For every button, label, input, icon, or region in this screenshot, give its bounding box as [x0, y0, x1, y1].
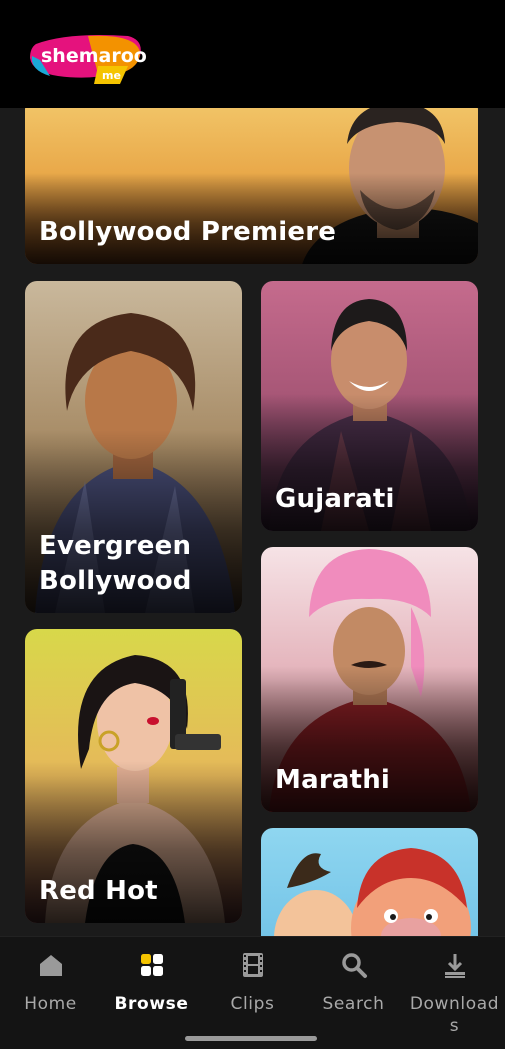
browse-grid[interactable]: Bollywood Premiere Evergreen Bollywood G…	[0, 108, 505, 936]
logo-graphic: shemaroo me	[30, 35, 146, 84]
nav-label: Clips	[230, 994, 275, 1014]
nav-label: Downloads	[409, 994, 500, 1036]
nav-item-search[interactable]: Search	[303, 937, 404, 1037]
category-label: Bollywood Premiere	[39, 217, 337, 247]
nav-item-home[interactable]: Home	[0, 937, 101, 1037]
category-tile-gujarati[interactable]: Gujarati	[261, 281, 478, 531]
film-icon	[239, 951, 267, 979]
category-tile-bollywood-premiere[interactable]: Bollywood Premiere	[25, 108, 478, 264]
category-tile-marathi[interactable]: Marathi	[261, 547, 478, 812]
nav-label: Browse	[114, 994, 189, 1014]
category-label: Marathi	[275, 765, 391, 795]
category-tile-evergreen-bollywood[interactable]: Evergreen Bollywood	[25, 281, 242, 613]
category-label: Gujarati	[275, 484, 395, 514]
home-icon	[37, 951, 65, 979]
kids-artwork	[274, 848, 471, 936]
category-label: Red Hot	[39, 876, 158, 906]
grid-icon	[138, 951, 166, 979]
search-icon	[340, 951, 368, 979]
category-tile-kids[interactable]	[261, 828, 478, 936]
app-header: shemaroo me	[0, 0, 505, 108]
nav-label: Search	[322, 994, 385, 1014]
nav-label: Home	[24, 994, 77, 1014]
download-icon	[441, 951, 469, 979]
category-tile-red-hot[interactable]: Red Hot	[25, 629, 242, 923]
nav-item-browse[interactable]: Browse	[101, 937, 202, 1037]
nav-item-clips[interactable]: Clips	[202, 937, 303, 1037]
category-label: Evergreen Bollywood	[39, 531, 192, 596]
svg-text:me: me	[102, 69, 121, 82]
home-indicator[interactable]	[185, 1036, 317, 1041]
shemaroo-me-logo[interactable]: shemaroo me	[28, 30, 146, 86]
bottom-navigation: Home Browse Clips Search Downloads	[0, 936, 505, 1049]
svg-text:shemaroo: shemaroo	[41, 45, 146, 67]
nav-item-downloads[interactable]: Downloads	[404, 937, 505, 1037]
